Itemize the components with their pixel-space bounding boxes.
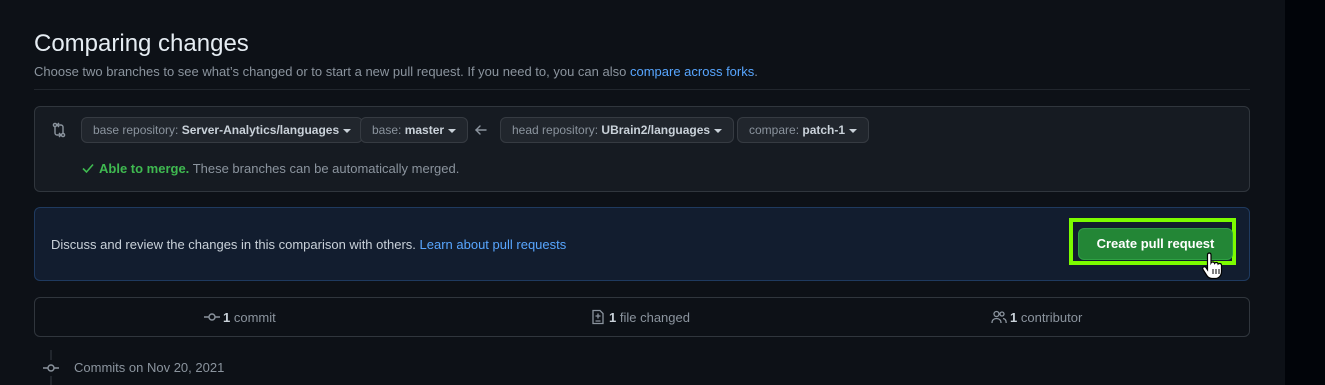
compare-branch-value: patch-1 — [802, 123, 846, 137]
git-commit-icon — [43, 360, 59, 376]
head-repository-label: head repository: — [512, 123, 599, 137]
file-diff-icon — [592, 309, 604, 325]
head-repository-value: UBrain2/languages — [601, 123, 711, 137]
commits-date-heading: Commits on Nov 20, 2021 — [74, 360, 225, 375]
head-repository-select[interactable]: head repository: UBrain2/languages — [500, 117, 735, 143]
page-title: Comparing changes — [34, 30, 249, 57]
info-message: Discuss and review the changes in this c… — [51, 237, 416, 252]
base-repository-label: base repository: — [93, 123, 179, 137]
commits-label: commit — [233, 310, 276, 325]
subtitle-end: . — [754, 64, 758, 79]
right-gutter — [1285, 0, 1325, 385]
chevron-down-icon — [714, 128, 723, 133]
contributors-label: contributor — [1020, 310, 1083, 325]
base-branch-value: master — [404, 123, 445, 137]
base-branch-select[interactable]: base: master — [360, 117, 469, 143]
compare-branch-label: compare: — [749, 123, 800, 137]
git-commit-icon — [204, 313, 220, 321]
compare-forks-link[interactable]: compare across forks — [630, 64, 754, 79]
page-subtitle: Choose two branches to see what’s change… — [34, 64, 758, 79]
base-repository-select[interactable]: base repository: Server-Analytics/langua… — [81, 117, 364, 143]
check-icon — [82, 163, 94, 174]
compare-box: base repository: Server-Analytics/langua… — [34, 106, 1250, 192]
learn-pull-requests-link[interactable]: Learn about pull requests — [420, 237, 567, 252]
chevron-down-icon — [448, 128, 457, 133]
subtitle-text: Choose two branches to see what’s change… — [34, 64, 627, 79]
files-changed-stat[interactable]: 1 file changed — [590, 309, 690, 325]
contributors-stat[interactable]: 1 contributor — [991, 309, 1082, 325]
compare-branch-select[interactable]: compare: patch-1 — [737, 117, 870, 143]
chevron-down-icon — [849, 128, 858, 133]
merge-ok-label: Able to merge. — [99, 161, 190, 176]
files-label: file changed — [619, 310, 690, 325]
files-count: 1 — [609, 310, 617, 325]
git-compare-icon — [52, 122, 66, 138]
merge-status-text: These branches can be automatically merg… — [192, 161, 460, 176]
pull-request-info-box: Discuss and review the changes in this c… — [34, 207, 1250, 281]
hand-cursor-icon — [1202, 252, 1223, 279]
info-text: Discuss and review the changes in this c… — [51, 237, 566, 252]
merge-status: Able to merge. These branches can be aut… — [81, 161, 459, 176]
arrow-left-icon — [475, 125, 487, 135]
base-repository-value: Server-Analytics/languages — [181, 123, 340, 137]
base-branch-label: base: — [372, 123, 402, 137]
chevron-down-icon — [343, 128, 352, 133]
commits-count: 1 — [223, 310, 231, 325]
divider — [34, 89, 1250, 90]
commits-stat[interactable]: 1 commit — [204, 309, 276, 325]
contributors-count: 1 — [1010, 310, 1018, 325]
people-icon — [991, 310, 1007, 324]
comparison-stats: 1 commit 1 file changed 1 contributor — [34, 297, 1250, 337]
